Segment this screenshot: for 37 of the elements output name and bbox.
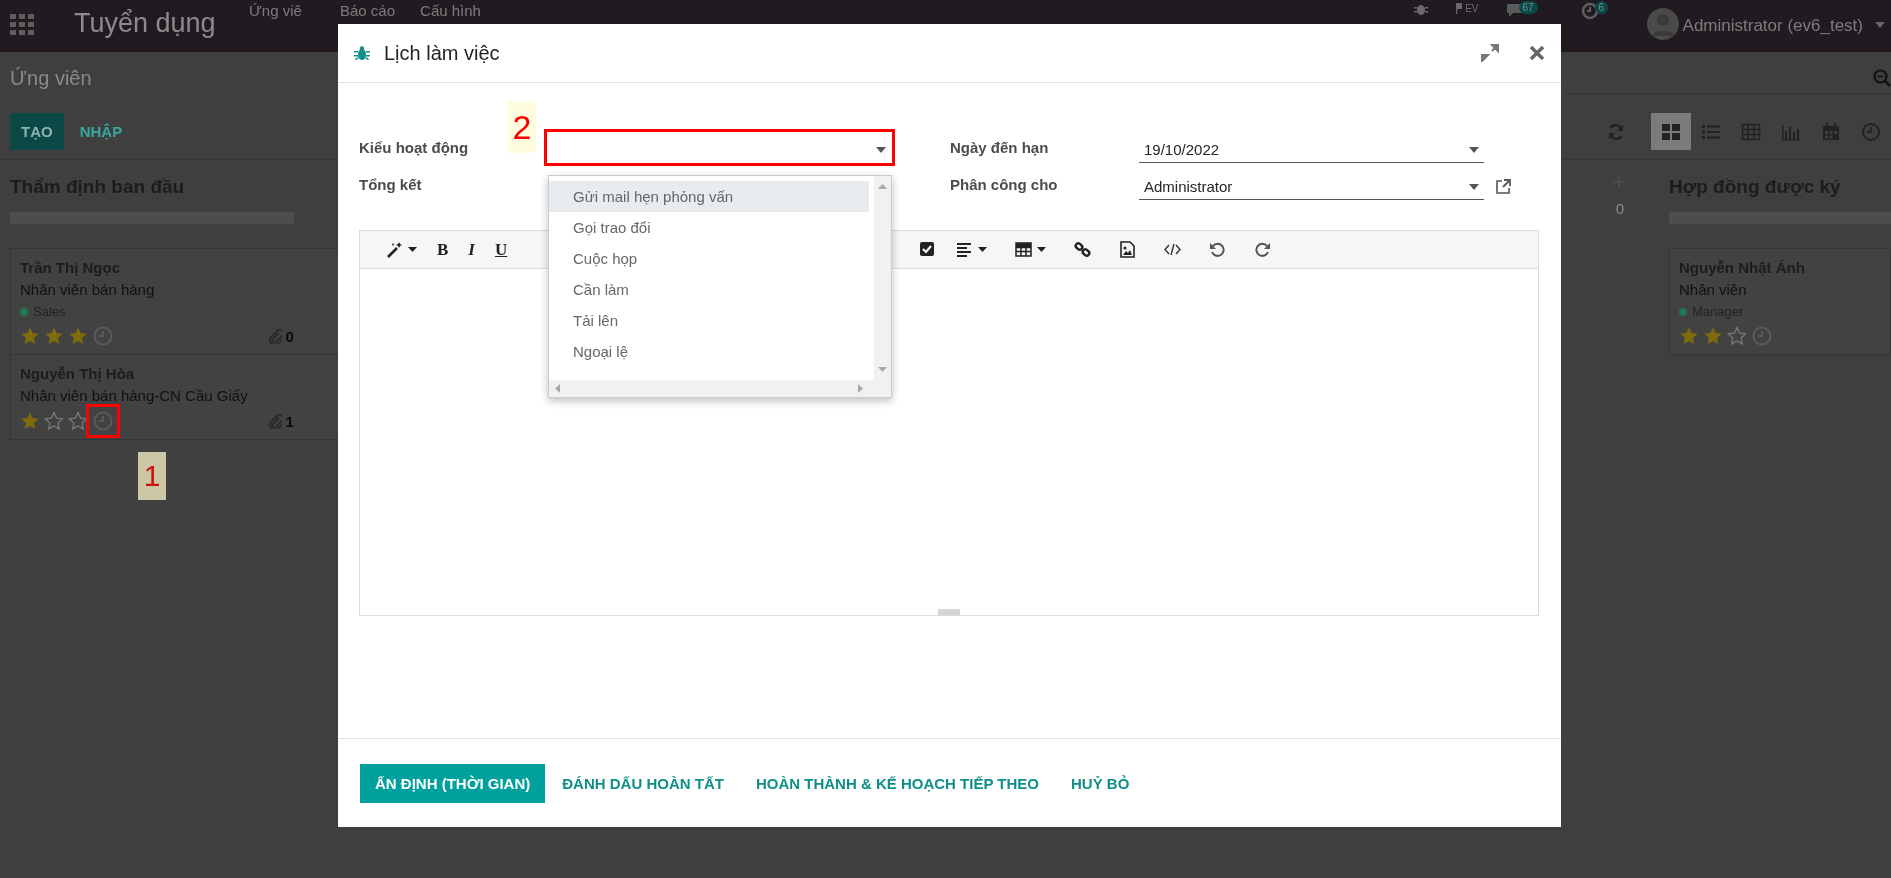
notification-badge: 6 [1594, 1, 1609, 14]
create-button[interactable]: TẠO [10, 113, 64, 150]
dialog-button[interactable]: HOÀN THÀNH & KẾ HOẠCH TIẾP THEO [740, 763, 1054, 803]
attachment-count: 1 [285, 412, 294, 430]
select-field[interactable]: 19/10/2022 [1139, 137, 1484, 163]
dropdown-option[interactable]: Cần làm [549, 274, 869, 305]
field-label: Tổng kết [359, 176, 423, 195]
field-value: 19/10/2022 [1144, 141, 1220, 158]
annotation-label: 1 [138, 452, 166, 500]
select-field[interactable]: Administrator [1139, 174, 1484, 200]
app-title: Tuyển dụng [74, 8, 217, 39]
field-label: Phân công cho [950, 176, 1059, 195]
import-button[interactable]: NHẬP [68, 113, 134, 150]
field-label: Ngày đến hạn [950, 139, 1050, 158]
toolbar-button[interactable]: I [460, 234, 483, 265]
field-label: Kiểu hoạt động [359, 139, 470, 158]
toolbar-button[interactable]: B [429, 234, 457, 265]
menu-item[interactable]: Báo cáo [340, 2, 396, 19]
dialog-button[interactable]: ẤN ĐỊNH (THỜI GIAN) [360, 763, 546, 803]
toolbar-button[interactable]: U [486, 234, 516, 265]
breadcrumb[interactable]: Ứng viên [10, 66, 92, 90]
user-menu[interactable]: Administrator (ev6_test) [1682, 16, 1863, 36]
dropdown-option[interactable]: Cuộc họp [549, 243, 869, 274]
column-count: 0 [1615, 200, 1624, 217]
menu-item[interactable]: Ứng viê [249, 2, 305, 19]
dialog-button[interactable]: HUỶ BỎ [1056, 763, 1145, 803]
menu-item[interactable]: Cấu hình [420, 2, 481, 19]
dropdown-option[interactable]: Gửi mail hẹn phỏng vấn [549, 181, 869, 212]
attachment-count: 0 [285, 327, 294, 345]
language-label[interactable]: EV [1465, 3, 1479, 14]
annotation-label: 2 [508, 101, 536, 153]
dialog-button[interactable]: ĐÁNH DẤU HOÀN TẤT [547, 763, 739, 803]
notification-badge: 67 [1518, 1, 1538, 14]
dialog-title: Lịch làm việc [384, 41, 500, 65]
field-value: Administrator [1144, 178, 1233, 195]
dropdown-option[interactable]: Ngoại lệ [549, 336, 869, 367]
dropdown-option[interactable]: Tải lên [549, 305, 869, 336]
